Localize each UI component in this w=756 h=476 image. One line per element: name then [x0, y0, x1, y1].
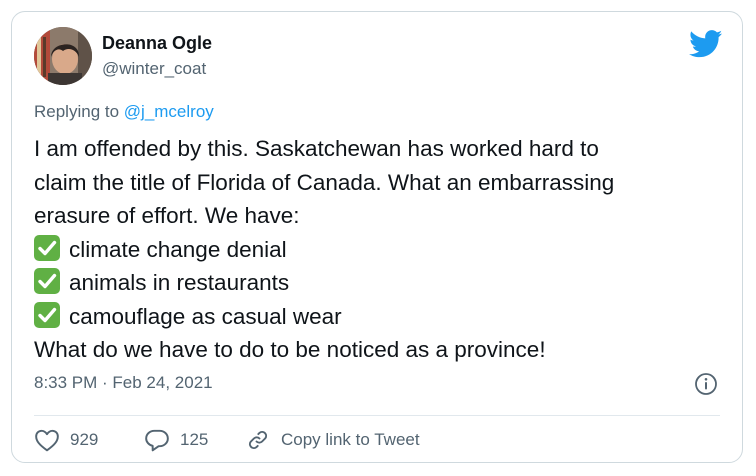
avatar[interactable] [34, 27, 92, 85]
reply-button[interactable]: 125 [144, 428, 208, 452]
checklist-item: animals in restaurants [34, 266, 734, 300]
like-count: 929 [70, 430, 99, 449]
heart-icon [35, 429, 59, 452]
replying-prefix: Replying to [34, 102, 124, 121]
tweet-text-line: erasure of effort. We have: [34, 203, 300, 228]
author-name[interactable]: Deanna Ogle [102, 33, 212, 54]
replying-to-link[interactable]: @j_mcelroy [124, 102, 214, 121]
reply-count: 125 [180, 430, 209, 449]
check-mark-button-icon [34, 234, 60, 261]
info-icon[interactable] [694, 372, 718, 396]
checklist-item-label: climate change denial [69, 236, 287, 262]
tweet-text-line: claim the title of Florida of Canada. Wh… [34, 169, 615, 195]
like-button[interactable]: 929 [34, 428, 98, 452]
check-mark-button-icon [34, 301, 60, 328]
check-mark-button-icon [34, 268, 60, 294]
checklist-item-label: camouflage as casual wear [69, 303, 342, 329]
copy-link-label: Copy link to Tweet [281, 430, 420, 449]
copy-link-button[interactable]: Copy link to Tweet [245, 428, 420, 452]
replying-to: Replying to @j_mcelroy [34, 102, 214, 122]
checklist-item: climate change denial [34, 233, 734, 267]
tweet-card[interactable]: Deanna Ogle @winter_coat Replying to @j_… [11, 11, 743, 463]
twitter-bird-icon[interactable] [689, 30, 723, 58]
tweet-timestamp[interactable]: 8:33 PM · Feb 24, 2021 [34, 373, 213, 393]
tweet-text-line: What do we have to do to be noticed as a… [34, 337, 546, 362]
checklist-item-label: animals in restaurants [69, 270, 290, 295]
divider [34, 415, 720, 416]
author-handle[interactable]: @winter_coat [102, 59, 206, 79]
tweet-text-line: I am offended by this. Saskatchewan has … [34, 136, 599, 161]
speech-bubble-icon [145, 429, 169, 452]
link-icon [249, 431, 267, 449]
tweet-text: I am offended by this. Saskatchewan has … [34, 132, 734, 367]
checklist-item: camouflage as casual wear [34, 300, 734, 334]
